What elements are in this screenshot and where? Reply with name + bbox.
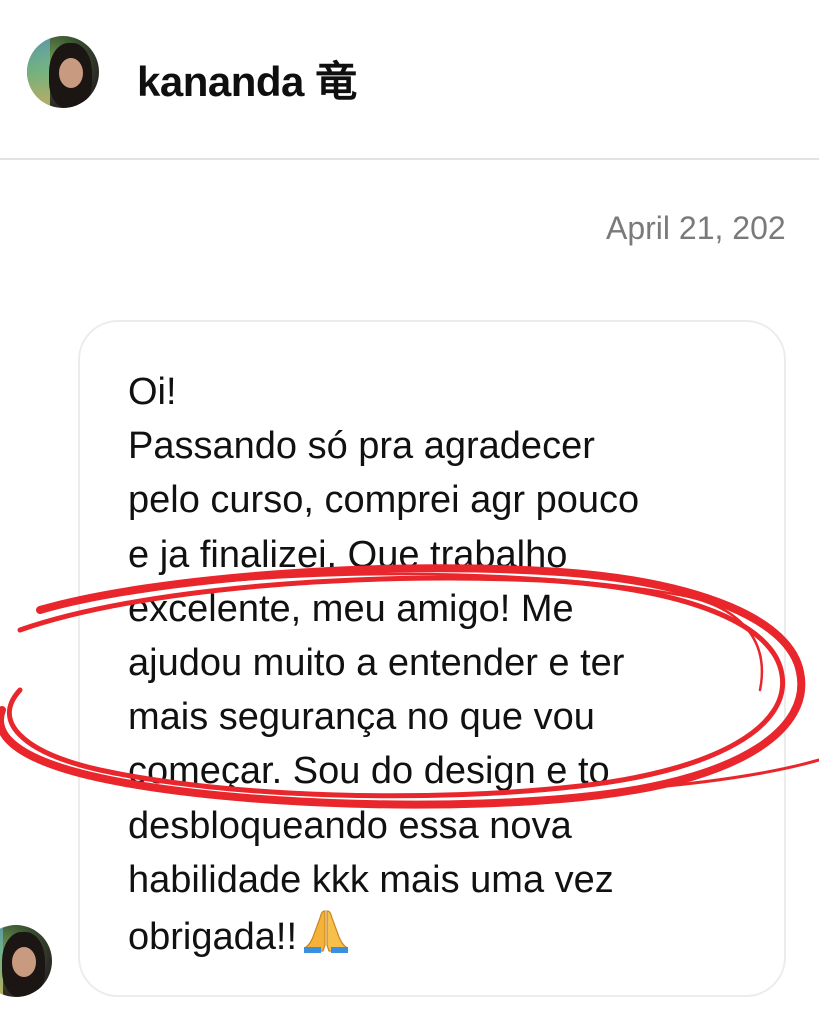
message-line: obrigada!! (128, 916, 298, 959)
message-line-last: obrigada!! (128, 907, 639, 968)
contact-name[interactable]: kananda 竜 (137, 48, 357, 109)
message-text: Oi! Passando só pra agradecer pelo curso… (128, 365, 639, 968)
contact-avatar[interactable] (27, 36, 99, 108)
message-line: ajudou muito a entender e ter (128, 642, 625, 685)
message-line: e ja finalizei. Que trabalho (128, 533, 568, 576)
avatar-face (11, 946, 37, 977)
message-line: mais segurança no que vou (128, 696, 595, 739)
message-line: pelo curso, comprei agr pouco (128, 479, 640, 522)
message-line: habilidade kkk mais uma vez (128, 858, 614, 901)
date-separator: April 21, 202 (606, 210, 786, 246)
message-line: Passando só pra agradecer (128, 425, 595, 468)
dm-thread-screen: kananda 竜 April 21, 202 Oi! Passando só … (0, 0, 819, 1024)
message-line: excelente, meu amigo! Me (128, 587, 574, 630)
sender-avatar[interactable] (0, 925, 52, 997)
message-line: Oi! (128, 371, 177, 413)
chat-header: kananda 竜 (0, 0, 819, 160)
avatar-background (27, 36, 51, 108)
message-line: começar. Sou do design e to (128, 750, 610, 793)
folded-hands-icon (303, 907, 349, 968)
avatar-face (58, 57, 84, 88)
message-line: desbloqueando essa nova (128, 804, 572, 847)
